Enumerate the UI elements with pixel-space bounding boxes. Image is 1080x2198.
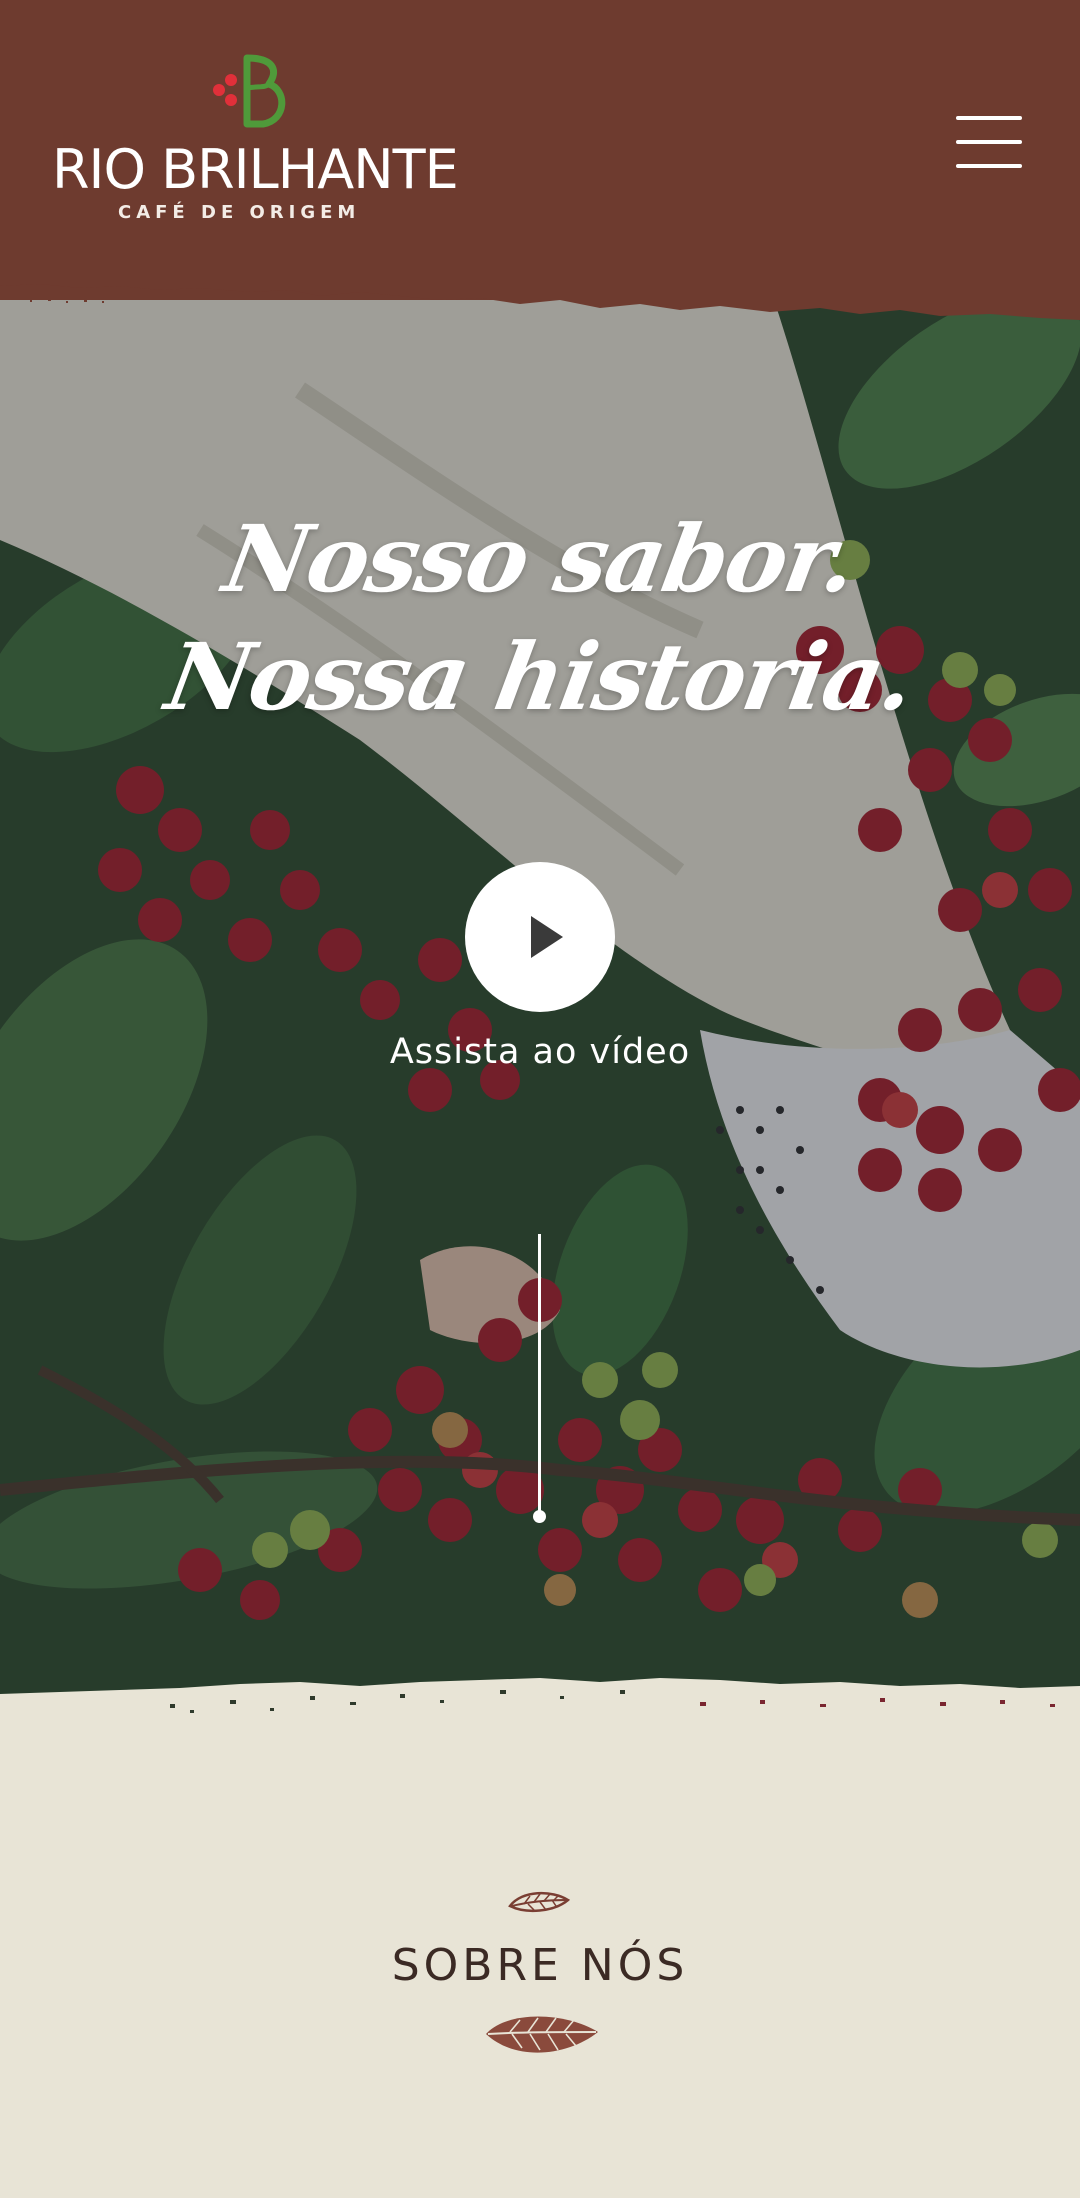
headline-line-1: Nosso sabor.: [216, 505, 864, 613]
hero-headline: Nosso sabor. Nossa historia.: [0, 500, 1080, 736]
brand-tagline: CAFÉ DE ORIGEM: [118, 202, 361, 223]
play-video-button[interactable]: [465, 862, 615, 1012]
hamburger-menu-icon[interactable]: [952, 116, 1024, 172]
header-torn-edge: [0, 270, 1080, 320]
watch-video-link[interactable]: Assista ao vídeo: [0, 1032, 1080, 1072]
coffee-bean-logo-icon: [213, 54, 286, 128]
coffee-leaf-icon: [508, 1891, 570, 1912]
coffee-leaf-icon: [486, 2016, 598, 2053]
play-icon: [531, 916, 563, 958]
brand-logo[interactable]: RIO BRILHANTE CAFÉ DE ORIGEM: [52, 50, 472, 230]
scroll-indicator-line: [538, 1234, 541, 1516]
hero-torn-edge: [0, 1678, 1080, 1740]
scroll-indicator-dot: [533, 1510, 546, 1523]
about-section: SOBRE NÓS: [0, 1730, 1080, 2198]
section-title: SOBRE NÓS: [391, 1940, 689, 1991]
brand-name: RIO BRILHANTE: [52, 138, 459, 201]
headline-line-2: Nossa historia.: [158, 623, 922, 731]
site-header: RIO BRILHANTE CAFÉ DE ORIGEM: [0, 0, 1080, 300]
